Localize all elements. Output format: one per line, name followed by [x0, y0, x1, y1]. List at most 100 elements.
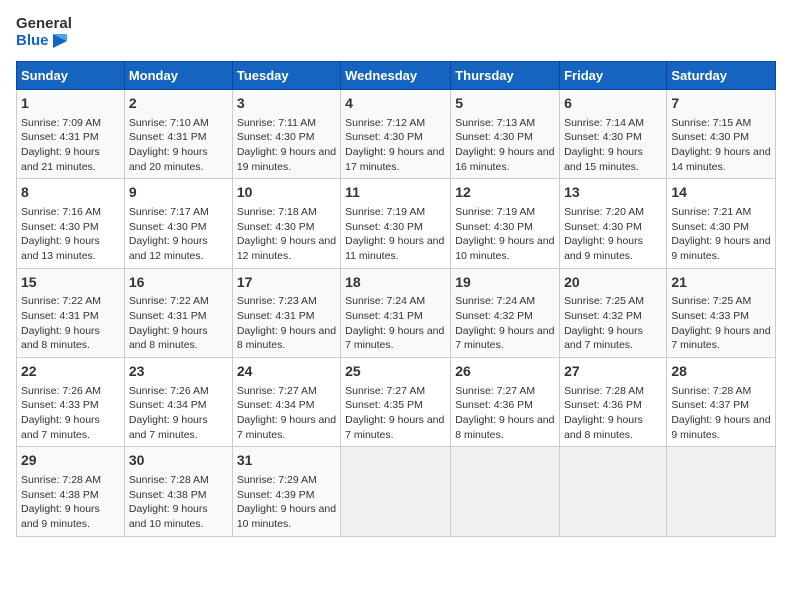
day-number: 24: [237, 362, 336, 382]
day-info: Sunrise: 7:24 AM Sunset: 4:32 PM Dayligh…: [455, 294, 555, 353]
calendar-day-17: 17Sunrise: 7:23 AM Sunset: 4:31 PM Dayli…: [232, 268, 340, 357]
day-info: Sunrise: 7:28 AM Sunset: 4:38 PM Dayligh…: [129, 473, 228, 532]
day-number: 30: [129, 451, 228, 471]
day-number: 29: [21, 451, 120, 471]
day-info: Sunrise: 7:28 AM Sunset: 4:38 PM Dayligh…: [21, 473, 120, 532]
day-number: 26: [455, 362, 555, 382]
col-header-saturday: Saturday: [667, 62, 776, 90]
day-number: 8: [21, 183, 120, 203]
day-number: 31: [237, 451, 336, 471]
empty-cell: [667, 447, 776, 536]
day-number: 12: [455, 183, 555, 203]
calendar-day-18: 18Sunrise: 7:24 AM Sunset: 4:31 PM Dayli…: [341, 268, 451, 357]
day-number: 25: [345, 362, 446, 382]
empty-cell: [560, 447, 667, 536]
calendar-day-29: 29Sunrise: 7:28 AM Sunset: 4:38 PM Dayli…: [17, 447, 125, 536]
empty-cell: [341, 447, 451, 536]
calendar-day-16: 16Sunrise: 7:22 AM Sunset: 4:31 PM Dayli…: [124, 268, 232, 357]
day-number: 13: [564, 183, 662, 203]
day-info: Sunrise: 7:22 AM Sunset: 4:31 PM Dayligh…: [129, 294, 228, 353]
day-info: Sunrise: 7:25 AM Sunset: 4:33 PM Dayligh…: [671, 294, 771, 353]
calendar-day-5: 5Sunrise: 7:13 AM Sunset: 4:30 PM Daylig…: [451, 90, 560, 179]
day-number: 17: [237, 273, 336, 293]
day-info: Sunrise: 7:27 AM Sunset: 4:34 PM Dayligh…: [237, 384, 336, 443]
col-header-wednesday: Wednesday: [341, 62, 451, 90]
calendar-day-19: 19Sunrise: 7:24 AM Sunset: 4:32 PM Dayli…: [451, 268, 560, 357]
day-info: Sunrise: 7:13 AM Sunset: 4:30 PM Dayligh…: [455, 116, 555, 175]
day-info: Sunrise: 7:16 AM Sunset: 4:30 PM Dayligh…: [21, 205, 120, 264]
day-info: Sunrise: 7:27 AM Sunset: 4:35 PM Dayligh…: [345, 384, 446, 443]
day-number: 5: [455, 94, 555, 114]
calendar-day-2: 2Sunrise: 7:10 AM Sunset: 4:31 PM Daylig…: [124, 90, 232, 179]
calendar-day-3: 3Sunrise: 7:11 AM Sunset: 4:30 PM Daylig…: [232, 90, 340, 179]
day-info: Sunrise: 7:25 AM Sunset: 4:32 PM Dayligh…: [564, 294, 662, 353]
calendar-day-10: 10Sunrise: 7:18 AM Sunset: 4:30 PM Dayli…: [232, 179, 340, 268]
col-header-thursday: Thursday: [451, 62, 560, 90]
day-number: 7: [671, 94, 771, 114]
calendar-week-4: 22Sunrise: 7:26 AM Sunset: 4:33 PM Dayli…: [17, 358, 776, 447]
day-info: Sunrise: 7:28 AM Sunset: 4:36 PM Dayligh…: [564, 384, 662, 443]
calendar-day-13: 13Sunrise: 7:20 AM Sunset: 4:30 PM Dayli…: [560, 179, 667, 268]
day-info: Sunrise: 7:17 AM Sunset: 4:30 PM Dayligh…: [129, 205, 228, 264]
calendar-day-14: 14Sunrise: 7:21 AM Sunset: 4:30 PM Dayli…: [667, 179, 776, 268]
calendar-day-22: 22Sunrise: 7:26 AM Sunset: 4:33 PM Dayli…: [17, 358, 125, 447]
day-number: 22: [21, 362, 120, 382]
day-info: Sunrise: 7:27 AM Sunset: 4:36 PM Dayligh…: [455, 384, 555, 443]
day-info: Sunrise: 7:23 AM Sunset: 4:31 PM Dayligh…: [237, 294, 336, 353]
calendar-day-4: 4Sunrise: 7:12 AM Sunset: 4:30 PM Daylig…: [341, 90, 451, 179]
calendar-day-30: 30Sunrise: 7:28 AM Sunset: 4:38 PM Dayli…: [124, 447, 232, 536]
day-info: Sunrise: 7:26 AM Sunset: 4:33 PM Dayligh…: [21, 384, 120, 443]
calendar-day-11: 11Sunrise: 7:19 AM Sunset: 4:30 PM Dayli…: [341, 179, 451, 268]
day-number: 15: [21, 273, 120, 293]
day-info: Sunrise: 7:21 AM Sunset: 4:30 PM Dayligh…: [671, 205, 771, 264]
calendar-day-20: 20Sunrise: 7:25 AM Sunset: 4:32 PM Dayli…: [560, 268, 667, 357]
day-info: Sunrise: 7:19 AM Sunset: 4:30 PM Dayligh…: [455, 205, 555, 264]
day-number: 16: [129, 273, 228, 293]
day-info: Sunrise: 7:12 AM Sunset: 4:30 PM Dayligh…: [345, 116, 446, 175]
day-info: Sunrise: 7:19 AM Sunset: 4:30 PM Dayligh…: [345, 205, 446, 264]
day-info: Sunrise: 7:09 AM Sunset: 4:31 PM Dayligh…: [21, 116, 120, 175]
day-info: Sunrise: 7:20 AM Sunset: 4:30 PM Dayligh…: [564, 205, 662, 264]
day-number: 18: [345, 273, 446, 293]
day-info: Sunrise: 7:24 AM Sunset: 4:31 PM Dayligh…: [345, 294, 446, 353]
calendar-day-24: 24Sunrise: 7:27 AM Sunset: 4:34 PM Dayli…: [232, 358, 340, 447]
calendar-day-27: 27Sunrise: 7:28 AM Sunset: 4:36 PM Dayli…: [560, 358, 667, 447]
day-info: Sunrise: 7:18 AM Sunset: 4:30 PM Dayligh…: [237, 205, 336, 264]
day-number: 19: [455, 273, 555, 293]
calendar-day-1: 1Sunrise: 7:09 AM Sunset: 4:31 PM Daylig…: [17, 90, 125, 179]
calendar-day-8: 8Sunrise: 7:16 AM Sunset: 4:30 PM Daylig…: [17, 179, 125, 268]
day-number: 1: [21, 94, 120, 114]
calendar-day-21: 21Sunrise: 7:25 AM Sunset: 4:33 PM Dayli…: [667, 268, 776, 357]
day-number: 6: [564, 94, 662, 114]
calendar-day-7: 7Sunrise: 7:15 AM Sunset: 4:30 PM Daylig…: [667, 90, 776, 179]
col-header-friday: Friday: [560, 62, 667, 90]
calendar-week-5: 29Sunrise: 7:28 AM Sunset: 4:38 PM Dayli…: [17, 447, 776, 536]
calendar-day-6: 6Sunrise: 7:14 AM Sunset: 4:30 PM Daylig…: [560, 90, 667, 179]
logo: General Blue: [16, 16, 72, 49]
col-header-tuesday: Tuesday: [232, 62, 340, 90]
calendar-table: SundayMondayTuesdayWednesdayThursdayFrid…: [16, 61, 776, 537]
calendar-day-26: 26Sunrise: 7:27 AM Sunset: 4:36 PM Dayli…: [451, 358, 560, 447]
day-info: Sunrise: 7:15 AM Sunset: 4:30 PM Dayligh…: [671, 116, 771, 175]
day-number: 9: [129, 183, 228, 203]
day-number: 21: [671, 273, 771, 293]
page-header: General Blue: [16, 16, 776, 49]
day-info: Sunrise: 7:26 AM Sunset: 4:34 PM Dayligh…: [129, 384, 228, 443]
day-info: Sunrise: 7:28 AM Sunset: 4:37 PM Dayligh…: [671, 384, 771, 443]
col-header-monday: Monday: [124, 62, 232, 90]
day-number: 2: [129, 94, 228, 114]
day-number: 11: [345, 183, 446, 203]
calendar-week-1: 1Sunrise: 7:09 AM Sunset: 4:31 PM Daylig…: [17, 90, 776, 179]
logo-arrow-icon: [53, 34, 67, 48]
day-number: 14: [671, 183, 771, 203]
day-number: 28: [671, 362, 771, 382]
day-info: Sunrise: 7:14 AM Sunset: 4:30 PM Dayligh…: [564, 116, 662, 175]
logo-blue: Blue: [16, 33, 72, 50]
logo-general: General: [16, 16, 72, 33]
calendar-day-28: 28Sunrise: 7:28 AM Sunset: 4:37 PM Dayli…: [667, 358, 776, 447]
day-number: 10: [237, 183, 336, 203]
calendar-day-9: 9Sunrise: 7:17 AM Sunset: 4:30 PM Daylig…: [124, 179, 232, 268]
day-number: 23: [129, 362, 228, 382]
day-info: Sunrise: 7:11 AM Sunset: 4:30 PM Dayligh…: [237, 116, 336, 175]
day-number: 20: [564, 273, 662, 293]
